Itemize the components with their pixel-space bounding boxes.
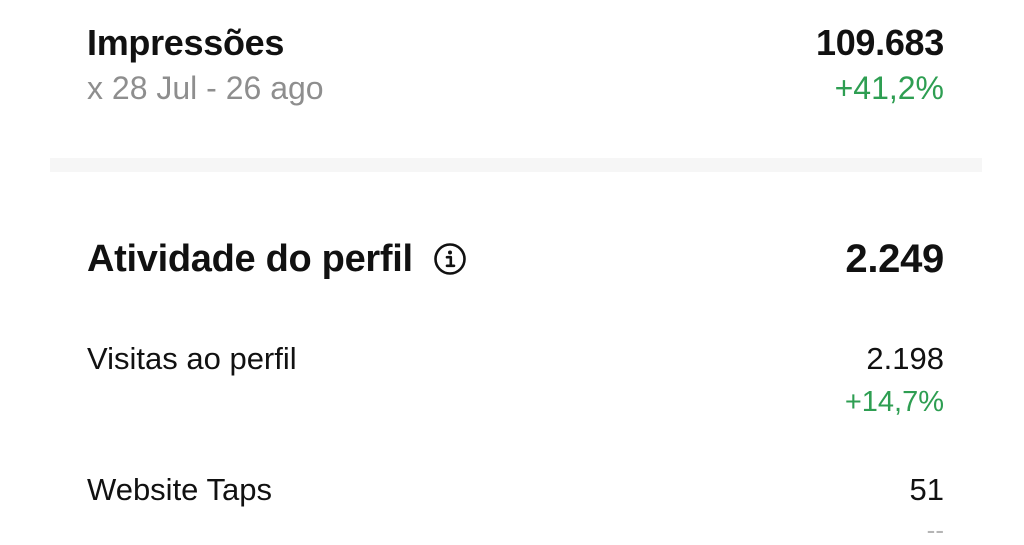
impressions-value: 109.683 (815, 22, 944, 63)
impressions-section[interactable]: Impressões x 28 Jul - 26 ago 109.683 +41… (87, 22, 944, 108)
website-taps-change: -- (926, 515, 944, 545)
website-taps-right: 51 -- (910, 471, 944, 545)
profile-activity-heading: Atividade do perfil (87, 236, 467, 282)
metric-row-website-taps[interactable]: Website Taps 51 -- (87, 471, 944, 545)
profile-activity-section: Atividade do perfil 2.249 (87, 236, 944, 282)
profile-activity-title: Atividade do perfil (87, 238, 413, 280)
impressions-right: 109.683 +41,2% (816, 22, 944, 108)
profile-activity-value: 2.249 (845, 237, 944, 281)
profile-visits-label: Visitas ao perfil (87, 341, 297, 376)
impressions-change: +41,2% (834, 70, 944, 106)
website-taps-row: Website Taps 51 -- (87, 471, 944, 545)
profile-visits-right: 2.198 +14,7% (845, 340, 944, 420)
section-divider (50, 158, 982, 172)
impressions-row: Impressões x 28 Jul - 26 ago 109.683 +41… (87, 22, 944, 108)
profile-visits-change: +14,7% (844, 386, 944, 418)
website-taps-value: 51 (909, 472, 944, 507)
info-icon[interactable] (433, 242, 467, 276)
metric-row-profile-visits[interactable]: Visitas ao perfil 2.198 +14,7% (87, 340, 944, 420)
profile-visits-value: 2.198 (866, 341, 944, 376)
impressions-left: Impressões x 28 Jul - 26 ago (87, 22, 324, 108)
impressions-title: Impressões (87, 22, 285, 63)
profile-visits-row: Visitas ao perfil 2.198 +14,7% (87, 340, 944, 420)
profile-activity-row: Atividade do perfil 2.249 (87, 236, 944, 282)
impressions-date-range: x 28 Jul - 26 ago (87, 70, 324, 106)
website-taps-label: Website Taps (87, 472, 272, 507)
